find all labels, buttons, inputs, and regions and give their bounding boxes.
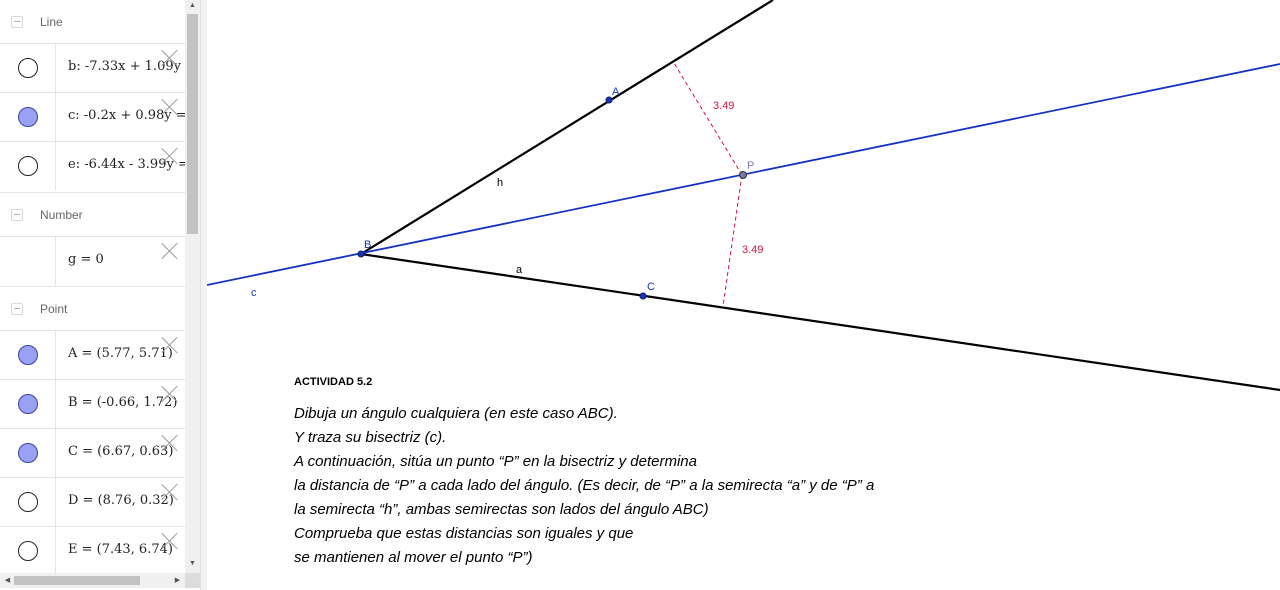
label-B: B <box>364 239 371 251</box>
delete-icon[interactable] <box>161 49 179 67</box>
collapse-icon[interactable] <box>11 209 23 221</box>
activity-instructions: Dibuja un ángulo cualquiera (en este cas… <box>294 402 994 570</box>
algebra-row-c[interactable]: c: -0.2x + 0.98y = <box>0 92 185 141</box>
distance-label-h: 3.49 <box>713 100 734 112</box>
algebra-row-e[interactable]: e: -6.44x - 3.99y = - <box>0 141 185 190</box>
instruction-line: Comprueba que estas distancias son igual… <box>294 525 634 542</box>
algebra-row-A[interactable]: A = (5.77, 5.71) <box>0 330 185 379</box>
vertical-scrollbar[interactable]: ▲ ▼ <box>185 0 200 573</box>
visibility-toggle[interactable] <box>18 345 38 365</box>
label-P: P <box>747 160 754 172</box>
delete-icon[interactable] <box>161 434 179 452</box>
label-a: a <box>516 264 523 276</box>
horizontal-scrollbar[interactable]: ◀ ▶ <box>0 573 185 588</box>
algebra-row-b[interactable]: b: -7.33x + 1.09y = <box>0 43 185 92</box>
delete-icon[interactable] <box>161 385 179 403</box>
delete-icon[interactable] <box>161 336 179 354</box>
instruction-line: se mantienen al mover el punto “P”) <box>294 549 533 566</box>
delete-icon[interactable] <box>161 483 179 501</box>
point-P[interactable] <box>739 171 747 179</box>
vertical-scroll-thumb[interactable] <box>187 14 198 234</box>
group-header-point[interactable]: Point <box>0 286 185 331</box>
ray-h[interactable] <box>360 0 774 255</box>
group-header-number[interactable]: Number <box>0 192 185 237</box>
algebra-row-E[interactable]: E = (7.43, 6.74) <box>0 526 185 575</box>
scroll-right-icon[interactable]: ▶ <box>170 576 185 584</box>
scroll-left-icon[interactable]: ◀ <box>0 576 15 584</box>
visibility-toggle[interactable] <box>18 58 38 78</box>
horizontal-scroll-thumb[interactable] <box>14 576 140 585</box>
distance-segment-to-a[interactable] <box>722 174 743 307</box>
scroll-down-icon[interactable]: ▼ <box>185 560 200 567</box>
algebra-row-D[interactable]: D = (8.76, 0.32) <box>0 477 185 526</box>
delete-icon[interactable] <box>161 532 179 550</box>
distance-label-a: 3.49 <box>742 244 763 256</box>
visibility-toggle[interactable] <box>18 541 38 561</box>
instruction-line: la distancia de “P” a cada lado del ángu… <box>294 477 875 494</box>
instruction-line: Dibuja un ángulo cualquiera (en este cas… <box>294 405 618 422</box>
algebra-row-B[interactable]: B = (-0.66, 1.72) <box>0 379 185 428</box>
visibility-toggle[interactable] <box>18 394 38 414</box>
algebra-row-C[interactable]: C = (6.67, 0.63) <box>0 428 185 477</box>
group-label: Line <box>40 15 63 29</box>
collapse-icon[interactable] <box>11 303 23 315</box>
label-h: h <box>497 177 503 189</box>
delete-icon[interactable] <box>161 242 179 260</box>
ray-a[interactable] <box>360 252 1280 392</box>
scroll-up-icon[interactable]: ▲ <box>185 2 200 9</box>
visibility-toggle[interactable] <box>18 443 38 463</box>
visibility-toggle[interactable] <box>18 156 38 176</box>
point-C[interactable] <box>639 292 647 300</box>
instruction-line: Y traza su bisectriz (c). <box>294 429 447 446</box>
distance-segment-to-h[interactable] <box>673 62 743 176</box>
group-label: Point <box>40 302 68 316</box>
algebra-row-g[interactable]: g = 0 <box>0 236 185 285</box>
delete-icon[interactable] <box>161 98 179 116</box>
collapse-icon[interactable] <box>11 16 23 28</box>
visibility-toggle[interactable] <box>18 492 38 512</box>
group-label: Number <box>40 208 83 222</box>
group-header-line[interactable]: Line <box>0 0 185 44</box>
label-c: c <box>251 287 257 299</box>
activity-title: ACTIVIDAD 5.2 <box>294 376 373 388</box>
label-C: C <box>647 281 655 293</box>
visibility-toggle[interactable] <box>18 107 38 127</box>
point-B[interactable] <box>357 250 365 258</box>
scrollbar-corner <box>185 573 200 588</box>
algebra-view: Line b: -7.33x + 1.09y = c: -0.2x + 0.98… <box>0 0 200 590</box>
activity-text: ACTIVIDAD 5.2 Dibuja un ángulo cualquier… <box>294 376 994 570</box>
instruction-line: A continuación, sitúa un punto “P” en la… <box>294 453 697 470</box>
instruction-line: la semirecta “h”, ambas semirectas son l… <box>294 501 709 518</box>
label-A: A <box>612 86 620 98</box>
delete-icon[interactable] <box>161 147 179 165</box>
view-divider[interactable] <box>200 0 207 590</box>
